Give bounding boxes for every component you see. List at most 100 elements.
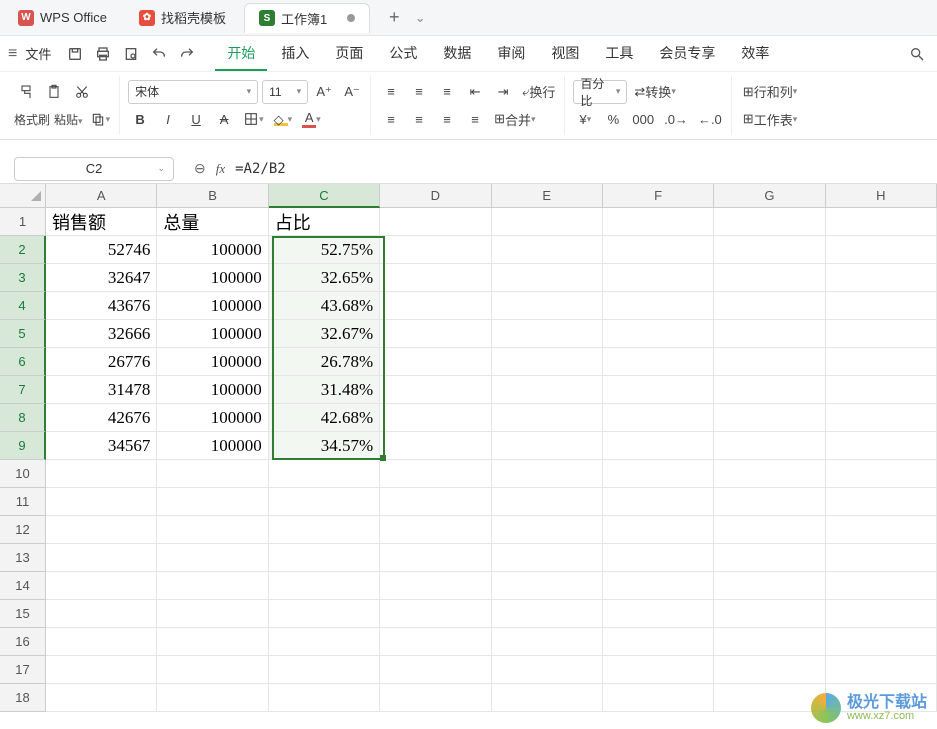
- cell-C16[interactable]: [269, 628, 380, 656]
- cell-F11[interactable]: [603, 488, 714, 516]
- cell-F10[interactable]: [603, 460, 714, 488]
- cell-E8[interactable]: [492, 404, 603, 432]
- cell-G8[interactable]: [714, 404, 825, 432]
- cell-C11[interactable]: [269, 488, 380, 516]
- cell-G14[interactable]: [714, 572, 825, 600]
- cell-B8[interactable]: 100000: [157, 404, 268, 432]
- cell-B17[interactable]: [157, 656, 268, 684]
- select-all-corner[interactable]: [0, 184, 46, 208]
- cell-A1[interactable]: 销售额: [46, 208, 157, 236]
- cancel-formula-icon[interactable]: ⊖: [194, 160, 206, 177]
- cell-H16[interactable]: [826, 628, 937, 656]
- cell-G15[interactable]: [714, 600, 825, 628]
- comma-button[interactable]: 000: [629, 107, 657, 131]
- add-tab-button[interactable]: +: [380, 4, 408, 32]
- cell-A15[interactable]: [46, 600, 157, 628]
- cell-D2[interactable]: [380, 236, 491, 264]
- cell-A6[interactable]: 26776: [46, 348, 157, 376]
- cell-G9[interactable]: [714, 432, 825, 460]
- cell-D17[interactable]: [380, 656, 491, 684]
- cell-G12[interactable]: [714, 516, 825, 544]
- currency-button[interactable]: ¥▾: [573, 107, 597, 131]
- cell-H12[interactable]: [826, 516, 937, 544]
- align-bottom-icon[interactable]: ≡: [435, 80, 459, 104]
- cell-C13[interactable]: [269, 544, 380, 572]
- column-header-H[interactable]: H: [826, 184, 937, 208]
- cell-F7[interactable]: [603, 376, 714, 404]
- cell-D3[interactable]: [380, 264, 491, 292]
- cell-B14[interactable]: [157, 572, 268, 600]
- row-header-18[interactable]: 18: [0, 684, 46, 712]
- row-header-11[interactable]: 11: [0, 488, 46, 516]
- cell-E5[interactable]: [492, 320, 603, 348]
- cell-E9[interactable]: [492, 432, 603, 460]
- cell-B3[interactable]: 100000: [157, 264, 268, 292]
- cut-icon[interactable]: [70, 80, 94, 104]
- hamburger-icon[interactable]: ≡: [8, 45, 17, 63]
- cell-E4[interactable]: [492, 292, 603, 320]
- cell-C6[interactable]: 26.78%: [269, 348, 380, 376]
- tab-审阅[interactable]: 审阅: [485, 37, 537, 71]
- row-header-15[interactable]: 15: [0, 600, 46, 628]
- tab-数据[interactable]: 数据: [431, 37, 483, 71]
- bold-button[interactable]: B: [128, 107, 152, 131]
- cell-C2[interactable]: 52.75%: [269, 236, 380, 264]
- cell-F18[interactable]: [603, 684, 714, 712]
- cell-F13[interactable]: [603, 544, 714, 572]
- column-header-A[interactable]: A: [46, 184, 157, 208]
- worksheet-button[interactable]: ⊞ 工作表▾: [740, 107, 800, 131]
- cell-G4[interactable]: [714, 292, 825, 320]
- cell-G17[interactable]: [714, 656, 825, 684]
- cell-C12[interactable]: [269, 516, 380, 544]
- cell-E14[interactable]: [492, 572, 603, 600]
- row-header-17[interactable]: 17: [0, 656, 46, 684]
- column-header-D[interactable]: D: [380, 184, 491, 208]
- row-header-7[interactable]: 7: [0, 376, 46, 404]
- cell-F8[interactable]: [603, 404, 714, 432]
- tab-效率[interactable]: 效率: [729, 37, 781, 71]
- row-header-10[interactable]: 10: [0, 460, 46, 488]
- cell-E2[interactable]: [492, 236, 603, 264]
- cell-A10[interactable]: [46, 460, 157, 488]
- format-painter-icon[interactable]: [14, 80, 38, 104]
- rows-cols-button[interactable]: ⊞ 行和列▾: [740, 80, 800, 104]
- cells-area[interactable]: 销售额总量占比5274610000052.75%3264710000032.65…: [46, 208, 937, 724]
- cell-G6[interactable]: [714, 348, 825, 376]
- undo-icon[interactable]: [147, 42, 171, 66]
- column-header-G[interactable]: G: [714, 184, 825, 208]
- cell-D9[interactable]: [380, 432, 491, 460]
- strikethrough-button[interactable]: A: [212, 107, 236, 131]
- tab-视图[interactable]: 视图: [539, 37, 591, 71]
- cell-G2[interactable]: [714, 236, 825, 264]
- tab-开始[interactable]: 开始: [215, 37, 267, 71]
- paste-label[interactable]: 粘贴▾: [54, 111, 83, 128]
- tab-工具[interactable]: 工具: [593, 37, 645, 71]
- fill-color-button[interactable]: ◇▾: [271, 107, 296, 131]
- cell-D8[interactable]: [380, 404, 491, 432]
- cell-A8[interactable]: 42676: [46, 404, 157, 432]
- underline-button[interactable]: U: [184, 107, 208, 131]
- align-top-icon[interactable]: ≡: [379, 80, 403, 104]
- cell-B6[interactable]: 100000: [157, 348, 268, 376]
- print-icon[interactable]: [91, 42, 115, 66]
- paste-icon[interactable]: [42, 80, 66, 104]
- cell-G10[interactable]: [714, 460, 825, 488]
- cell-H5[interactable]: [826, 320, 937, 348]
- percent-button[interactable]: %: [601, 107, 625, 131]
- cell-E10[interactable]: [492, 460, 603, 488]
- row-header-4[interactable]: 4: [0, 292, 46, 320]
- cell-A5[interactable]: 32666: [46, 320, 157, 348]
- row-header-14[interactable]: 14: [0, 572, 46, 600]
- cell-A12[interactable]: [46, 516, 157, 544]
- cell-B1[interactable]: 总量: [157, 208, 268, 236]
- cell-F5[interactable]: [603, 320, 714, 348]
- tab-页面[interactable]: 页面: [323, 37, 375, 71]
- cell-D15[interactable]: [380, 600, 491, 628]
- cell-A16[interactable]: [46, 628, 157, 656]
- row-header-8[interactable]: 8: [0, 404, 46, 432]
- cell-A2[interactable]: 52746: [46, 236, 157, 264]
- cell-H1[interactable]: [826, 208, 937, 236]
- align-left-icon[interactable]: ≡: [379, 107, 403, 131]
- cell-F2[interactable]: [603, 236, 714, 264]
- cell-H2[interactable]: [826, 236, 937, 264]
